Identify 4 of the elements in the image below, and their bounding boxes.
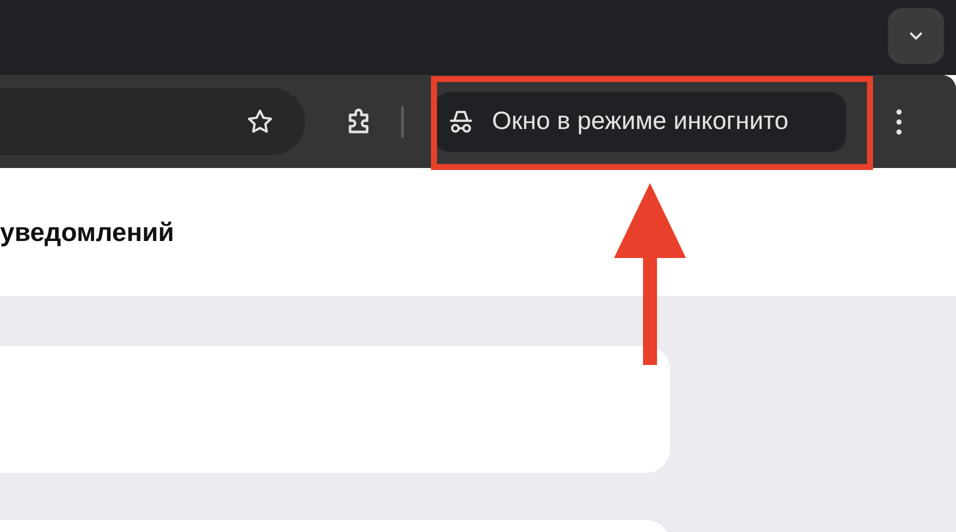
incognito-label: Окно в режиме инкогнито <box>492 107 788 136</box>
page-heading: уведомлений <box>0 216 174 248</box>
incognito-chip[interactable]: Окно в режиме инкогнито <box>434 92 846 152</box>
more-menu-icon[interactable] <box>895 106 903 136</box>
